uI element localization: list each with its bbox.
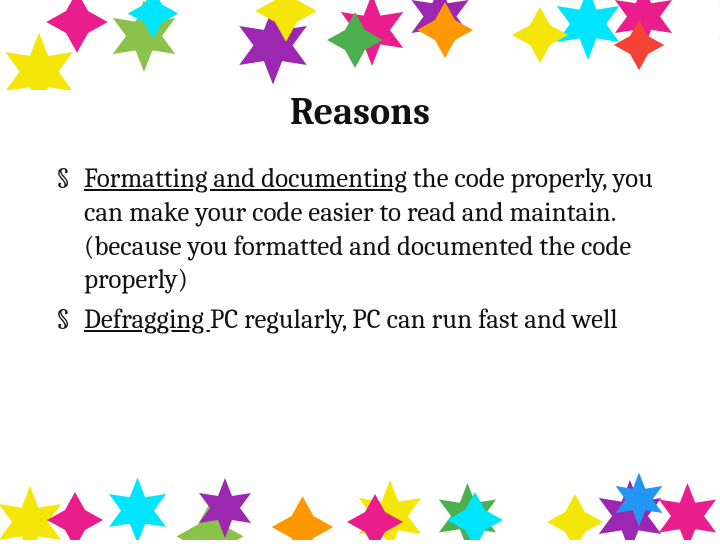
decorative-border-bottom bbox=[0, 450, 720, 540]
decorative-border-top bbox=[0, 0, 720, 90]
slide-content: Reasons Formatting and documenting the c… bbox=[36, 90, 684, 343]
slide-title: Reasons bbox=[36, 90, 684, 134]
bullet-lead: Defragging bbox=[84, 304, 210, 335]
bullet-list: Formatting and documenting the code prop… bbox=[36, 162, 684, 337]
bullet-rest: PC regularly, PC can run fast and well bbox=[210, 304, 618, 335]
bullet-lead: Formatting and documenting bbox=[84, 163, 407, 194]
bullet-item: Defragging PC regularly, PC can run fast… bbox=[56, 303, 684, 337]
bullet-item: Formatting and documenting the code prop… bbox=[56, 162, 684, 297]
